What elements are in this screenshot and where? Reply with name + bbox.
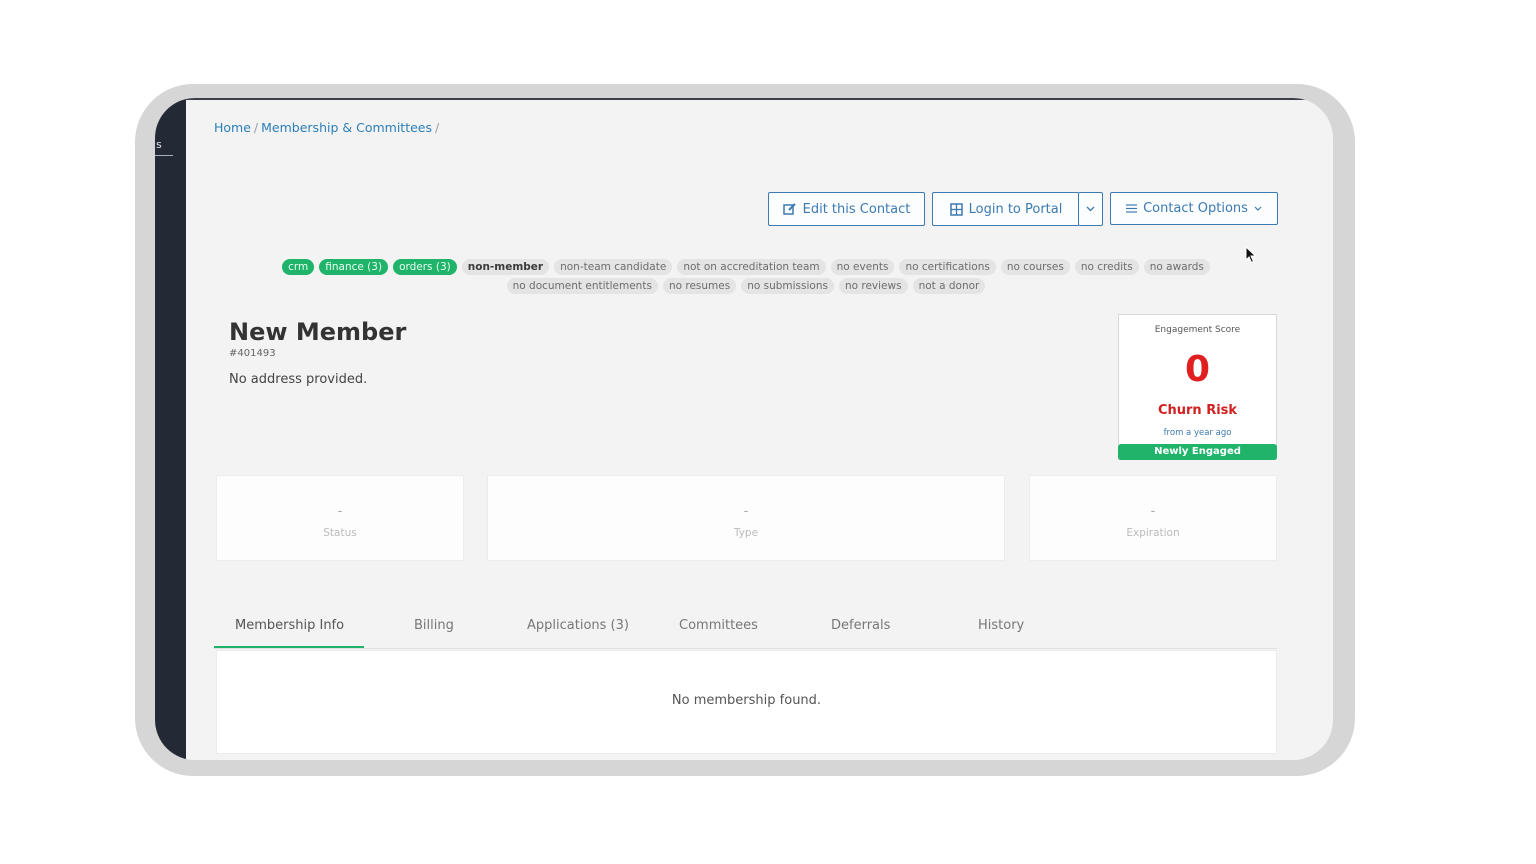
tag-chip: no events bbox=[830, 259, 895, 275]
edit-contact-button[interactable]: Edit this Contact bbox=[768, 192, 925, 226]
tag-chip: no reviews bbox=[838, 278, 908, 294]
top-border bbox=[186, 98, 1333, 100]
tag-chip: not a donor bbox=[912, 278, 986, 294]
tab-bar: Membership Info Billing Applications (3)… bbox=[214, 606, 1277, 649]
mouse-pointer-icon bbox=[1245, 246, 1257, 264]
tag-chip: non-team candidate bbox=[554, 259, 673, 275]
engagement-score-label: Engagement Score bbox=[1154, 325, 1241, 335]
tab-billing[interactable]: Billing bbox=[414, 618, 454, 633]
stat-type: - Type bbox=[487, 475, 1005, 561]
breadcrumb-membership[interactable]: Membership & Committees bbox=[261, 120, 432, 135]
tab-membership-info[interactable]: Membership Info bbox=[235, 618, 344, 633]
sidebar-label: s bbox=[156, 138, 162, 151]
edit-icon bbox=[782, 203, 796, 215]
stat-status: - Status bbox=[216, 475, 464, 561]
login-portal-label: Login to Portal bbox=[968, 201, 1063, 217]
tab-committees[interactable]: Committees bbox=[679, 618, 758, 633]
contact-options-label: Contact Options bbox=[1143, 201, 1248, 216]
tag-row: no document entitlements no resumes no sub… bbox=[273, 278, 1219, 294]
menu-icon bbox=[1126, 204, 1138, 213]
tag-chip: no credits bbox=[1074, 259, 1139, 275]
tag-chip: no document entitlements bbox=[506, 278, 658, 294]
stat-label: Status bbox=[323, 527, 357, 539]
tag-chip: no awards bbox=[1143, 259, 1210, 275]
edit-contact-label: Edit this Contact bbox=[802, 201, 911, 217]
app-screen: s Home / Membership & Committees / Edit thi… bbox=[155, 98, 1333, 760]
sidebar: s bbox=[155, 98, 186, 760]
stat-label: Type bbox=[733, 527, 759, 539]
tag-row: crm finance (3) orders (3) non-member non-te… bbox=[273, 259, 1219, 275]
contact-name: New Member bbox=[229, 318, 407, 346]
engagement-score-value: 0 bbox=[1184, 349, 1211, 390]
stat-value: - bbox=[743, 504, 749, 519]
login-portal-dropdown[interactable] bbox=[1078, 192, 1103, 226]
stat-expiration: - Expiration bbox=[1029, 475, 1277, 561]
tab-history[interactable]: History bbox=[978, 618, 1024, 633]
tag-chip: no courses bbox=[1000, 259, 1070, 275]
tag-chip: crm bbox=[282, 259, 315, 275]
tab-applications[interactable]: Applications (3) bbox=[527, 618, 629, 633]
membership-panel: No membership found. bbox=[216, 650, 1277, 754]
tag-chip: not on accreditation team bbox=[677, 259, 826, 275]
contact-id: #401493 bbox=[229, 348, 276, 359]
tab-deferrals[interactable]: Deferrals bbox=[831, 618, 890, 633]
chevron-down-icon bbox=[1086, 206, 1095, 212]
tag-chip: no certifications bbox=[899, 259, 996, 275]
engagement-since: from a year ago bbox=[1163, 428, 1232, 438]
breadcrumb-separator: / bbox=[253, 120, 259, 135]
tag-chip: no resumes bbox=[662, 278, 737, 294]
contact-options-button[interactable]: Contact Options bbox=[1110, 192, 1278, 225]
breadcrumb: Home / Membership & Committees / bbox=[214, 120, 442, 135]
tag-chip: non-member bbox=[461, 259, 550, 275]
engagement-score-card: Engagement Score 0 Churn Risk from a yea… bbox=[1118, 314, 1277, 460]
tag-list: crm finance (3) orders (3) non-member non-te… bbox=[273, 259, 1219, 297]
active-tab-indicator bbox=[214, 646, 364, 648]
churn-risk-label: Churn Risk bbox=[1157, 403, 1238, 418]
engagement-badge: Newly Engaged bbox=[1118, 444, 1277, 460]
stat-value: - bbox=[337, 504, 343, 519]
tag-chip: no submissions bbox=[741, 278, 834, 294]
tag-chip: finance (3) bbox=[319, 259, 389, 275]
contact-address: No address provided. bbox=[229, 372, 368, 387]
login-portal-button[interactable]: Login to Portal bbox=[932, 192, 1079, 226]
breadcrumb-home[interactable]: Home bbox=[214, 120, 251, 135]
chevron-down-icon bbox=[1254, 206, 1262, 211]
stat-label: Expiration bbox=[1126, 527, 1180, 539]
sidebar-divider bbox=[155, 155, 173, 156]
tag-chip: orders (3) bbox=[393, 259, 457, 275]
breadcrumb-separator: / bbox=[435, 120, 440, 135]
stat-value: - bbox=[1150, 504, 1156, 519]
grid-icon bbox=[949, 202, 963, 216]
empty-state-message: No membership found. bbox=[671, 693, 822, 708]
